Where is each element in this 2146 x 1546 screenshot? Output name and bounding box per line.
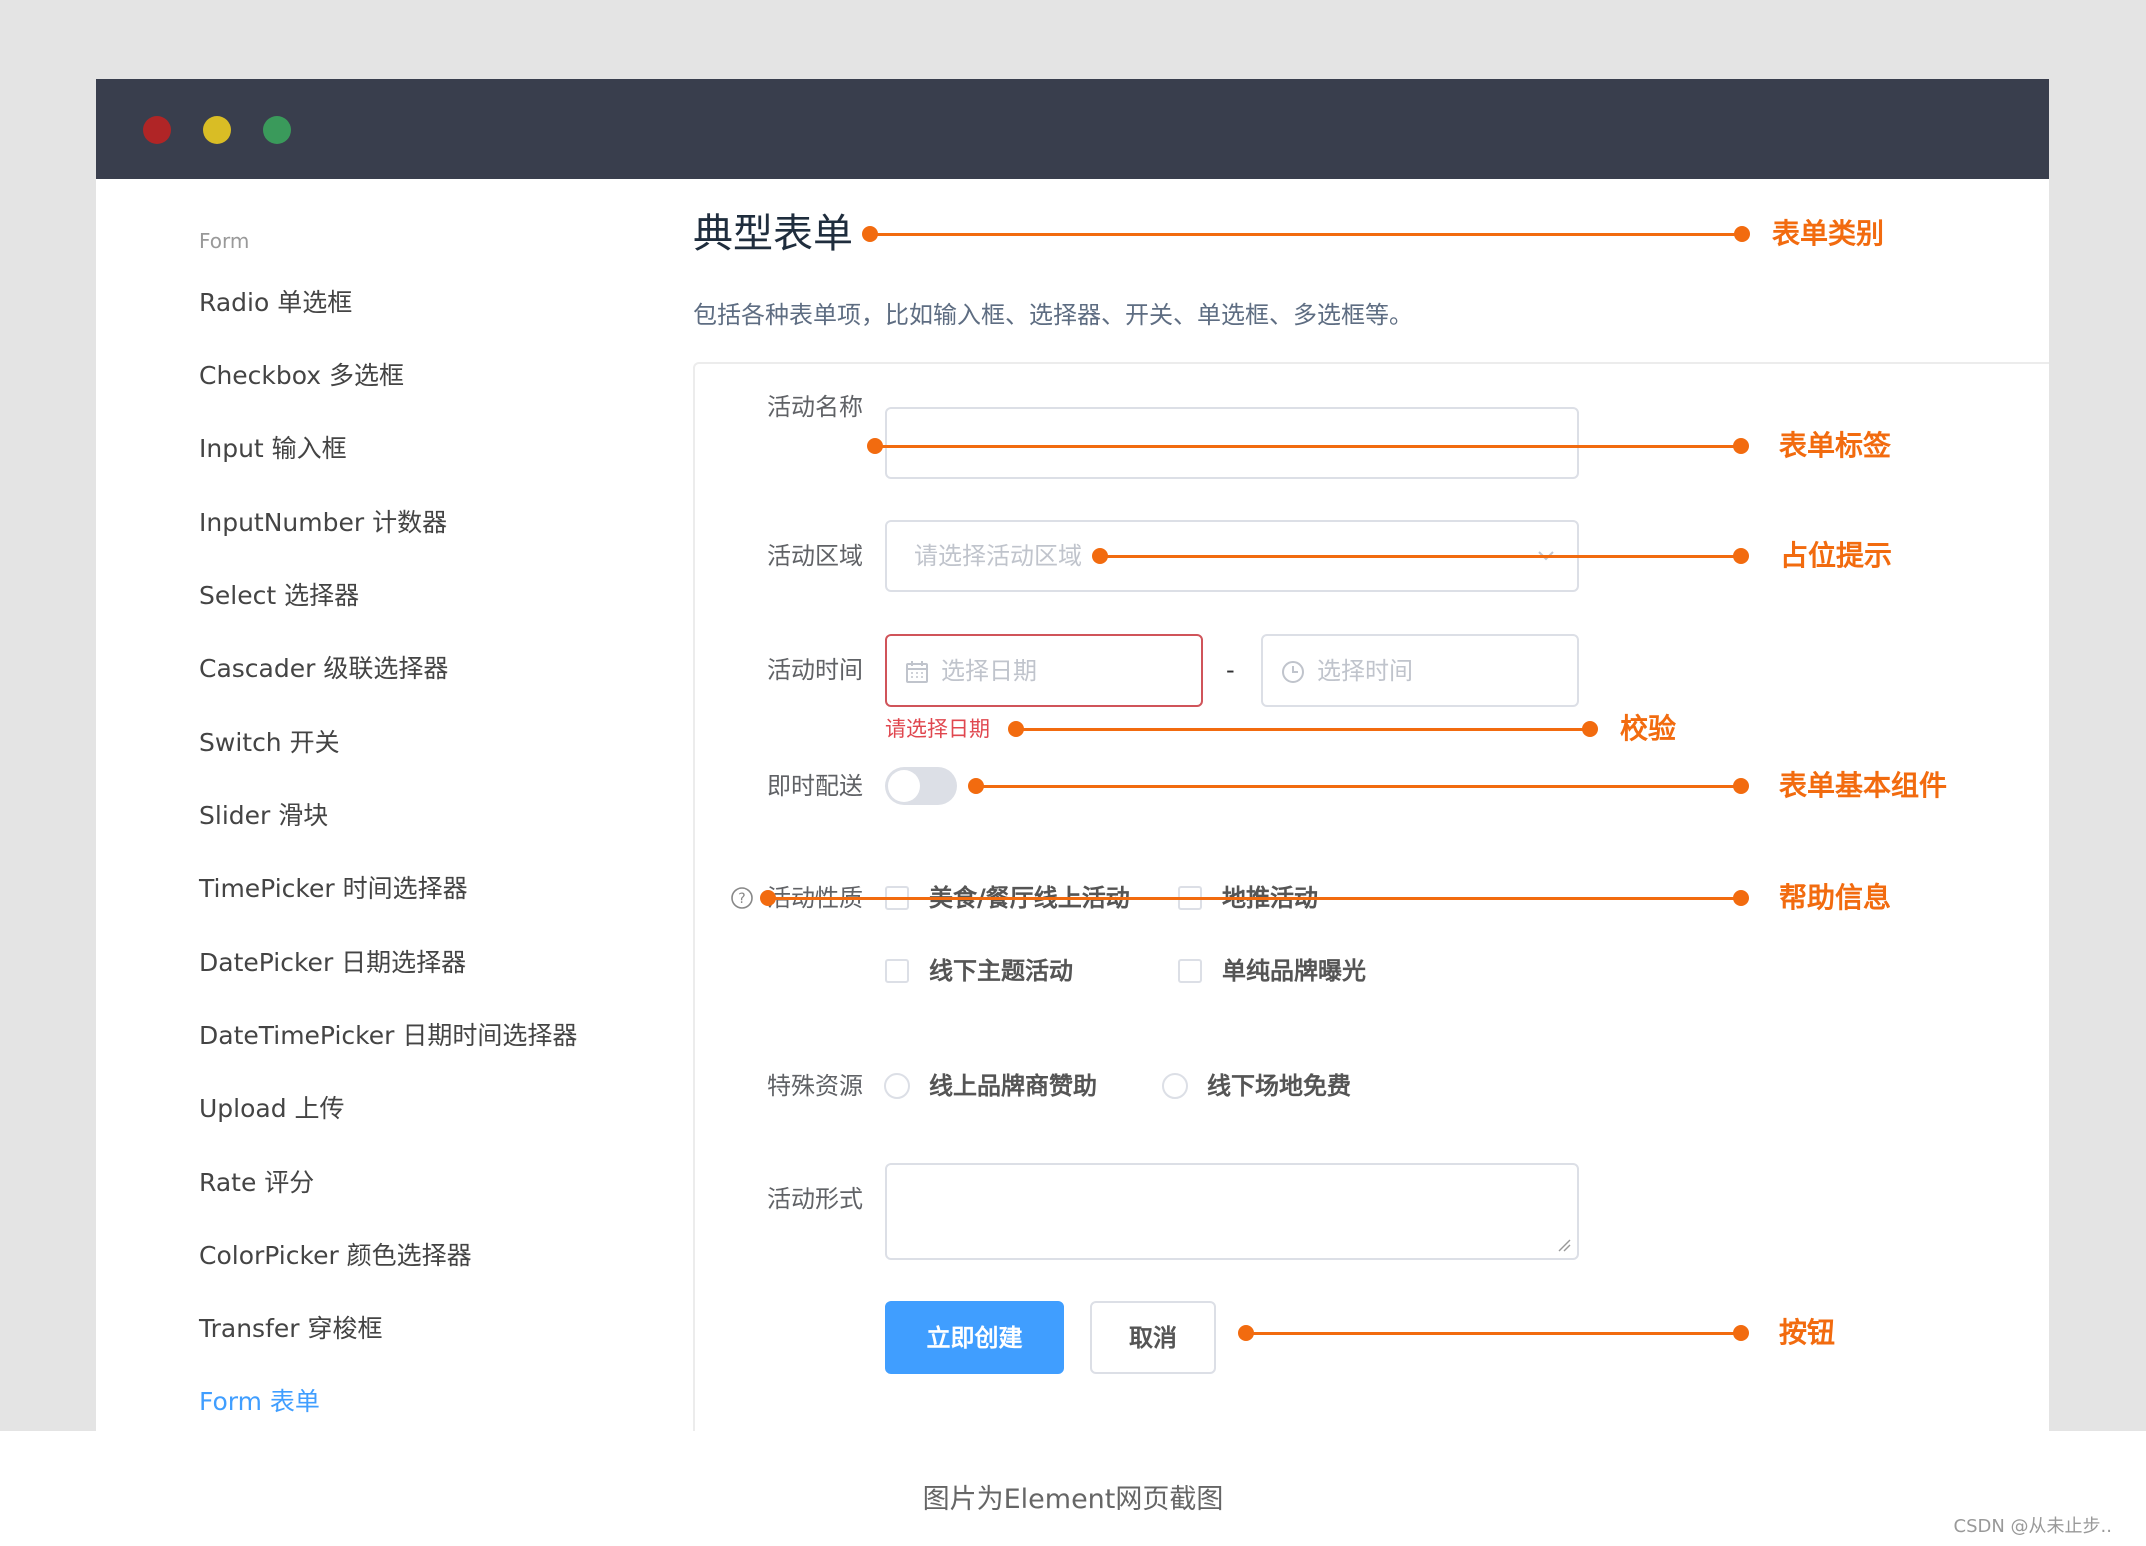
annotation-line <box>1100 555 1741 558</box>
delivery-switch[interactable] <box>885 767 957 805</box>
form-label-region: 活动区域 <box>767 542 863 570</box>
resize-handle-icon[interactable] <box>1557 1238 1571 1252</box>
sidebar-item-transfer[interactable]: Transfer 穿梭框 <box>199 1312 382 1346</box>
image-caption: 图片为Element网页截图 <box>922 1484 1224 1515</box>
close-window-icon[interactable] <box>143 116 171 144</box>
sidebar-item-select[interactable]: Select 选择器 <box>199 579 359 613</box>
annotation-line <box>870 233 1742 236</box>
page-title: 典型表单 <box>693 211 853 257</box>
minimize-window-icon[interactable] <box>203 116 231 144</box>
form-label-delivery: 即时配送 <box>767 772 863 800</box>
annotation-label: 校验 <box>1620 712 1677 745</box>
annotation-line <box>1246 1332 1741 1335</box>
date-picker-input[interactable]: 选择日期 <box>885 634 1203 707</box>
annotation-label: 表单类别 <box>1772 217 1885 250</box>
submit-button[interactable]: 立即创建 <box>885 1301 1064 1374</box>
browser-window: Form Radio 单选框 Checkbox 多选框 Input 输入框 In… <box>96 79 2049 1431</box>
annotation-end-dot <box>1733 778 1749 794</box>
checkbox-label[interactable]: 单纯品牌曝光 <box>1222 954 1366 988</box>
radio-label[interactable]: 线下场地免费 <box>1207 1069 1351 1103</box>
sidebar-item-slider[interactable]: Slider 滑块 <box>199 799 328 833</box>
time-picker-input[interactable]: 选择时间 <box>1261 634 1579 707</box>
annotation-end-dot <box>1734 226 1750 242</box>
clock-icon <box>1282 661 1304 683</box>
annotation-line <box>1016 728 1590 731</box>
maximize-window-icon[interactable] <box>263 116 291 144</box>
annotation-end-dot <box>1733 1325 1749 1341</box>
date-error-message: 请选择日期 <box>885 717 990 741</box>
desc-textarea[interactable] <box>885 1163 1579 1260</box>
form-label-name: 活动名称 <box>767 393 863 421</box>
checkbox-label[interactable]: 线下主题活动 <box>929 954 1073 988</box>
annotation-line <box>976 785 1741 788</box>
sidebar-item-colorpicker[interactable]: ColorPicker 颜色选择器 <box>199 1239 472 1273</box>
annotation-label: 帮助信息 <box>1779 881 1892 914</box>
page-description: 包括各种表单项，比如输入框、选择器、开关、单选框、多选框等。 <box>693 301 1413 329</box>
sidebar-item-checkbox[interactable]: Checkbox 多选框 <box>199 359 404 393</box>
form-label-time: 活动时间 <box>767 656 863 684</box>
radio-label[interactable]: 线上品牌商赞助 <box>929 1069 1097 1103</box>
sidebar-item-input[interactable]: Input 输入框 <box>199 432 347 466</box>
watermark: CSDN @从未止步.. <box>1953 1516 2112 1537</box>
sidebar-item-inputnumber[interactable]: InputNumber 计数器 <box>199 506 447 540</box>
title-bar <box>96 79 2049 179</box>
sidebar-item-switch[interactable]: Switch 开关 <box>199 726 340 760</box>
radio-offline-venue[interactable] <box>1162 1073 1188 1099</box>
checkbox-brand-exposure[interactable] <box>1178 959 1202 983</box>
region-placeholder: 请选择活动区域 <box>914 542 1082 570</box>
annotation-end-dot <box>1582 721 1598 737</box>
annotation-line <box>768 897 1741 900</box>
annotation-end-dot <box>1733 438 1749 454</box>
calendar-icon <box>906 661 928 683</box>
switch-knob <box>888 770 920 802</box>
sidebar-item-rate[interactable]: Rate 评分 <box>199 1166 314 1200</box>
form-label-desc: 活动形式 <box>767 1185 863 1213</box>
sidebar-item-form[interactable]: Form 表单 <box>199 1385 320 1419</box>
sidebar-item-timepicker[interactable]: TimePicker 时间选择器 <box>199 872 468 906</box>
annotation-label: 按钮 <box>1779 1316 1836 1349</box>
annotation-label: 表单标签 <box>1779 429 1892 462</box>
radio-online-sponsor[interactable] <box>884 1073 910 1099</box>
annotation-label: 占位提示 <box>1780 539 1893 572</box>
sidebar-item-datepicker[interactable]: DatePicker 日期选择器 <box>199 946 466 980</box>
time-placeholder: 选择时间 <box>1317 657 1413 685</box>
sidebar-item-radio[interactable]: Radio 单选框 <box>199 286 352 320</box>
cancel-button[interactable]: 取消 <box>1090 1301 1216 1374</box>
sidebar-item-cascader[interactable]: Cascader 级联选择器 <box>199 652 448 686</box>
form-label-resource: 特殊资源 <box>767 1072 863 1100</box>
sidebar-item-upload[interactable]: Upload 上传 <box>199 1092 345 1126</box>
annotation-end-dot <box>1733 890 1749 906</box>
date-placeholder: 选择日期 <box>941 657 1037 685</box>
annotation-label: 表单基本组件 <box>1779 769 1948 802</box>
sidebar-item-datetimepicker[interactable]: DateTimePicker 日期时间选择器 <box>199 1019 577 1053</box>
sidebar-header: Form <box>199 229 250 253</box>
annotation-line <box>875 445 1741 448</box>
annotation-end-dot <box>1733 548 1749 564</box>
checkbox-offline-theme[interactable] <box>885 959 909 983</box>
date-time-separator: - <box>1226 656 1235 684</box>
name-input[interactable] <box>885 407 1579 479</box>
